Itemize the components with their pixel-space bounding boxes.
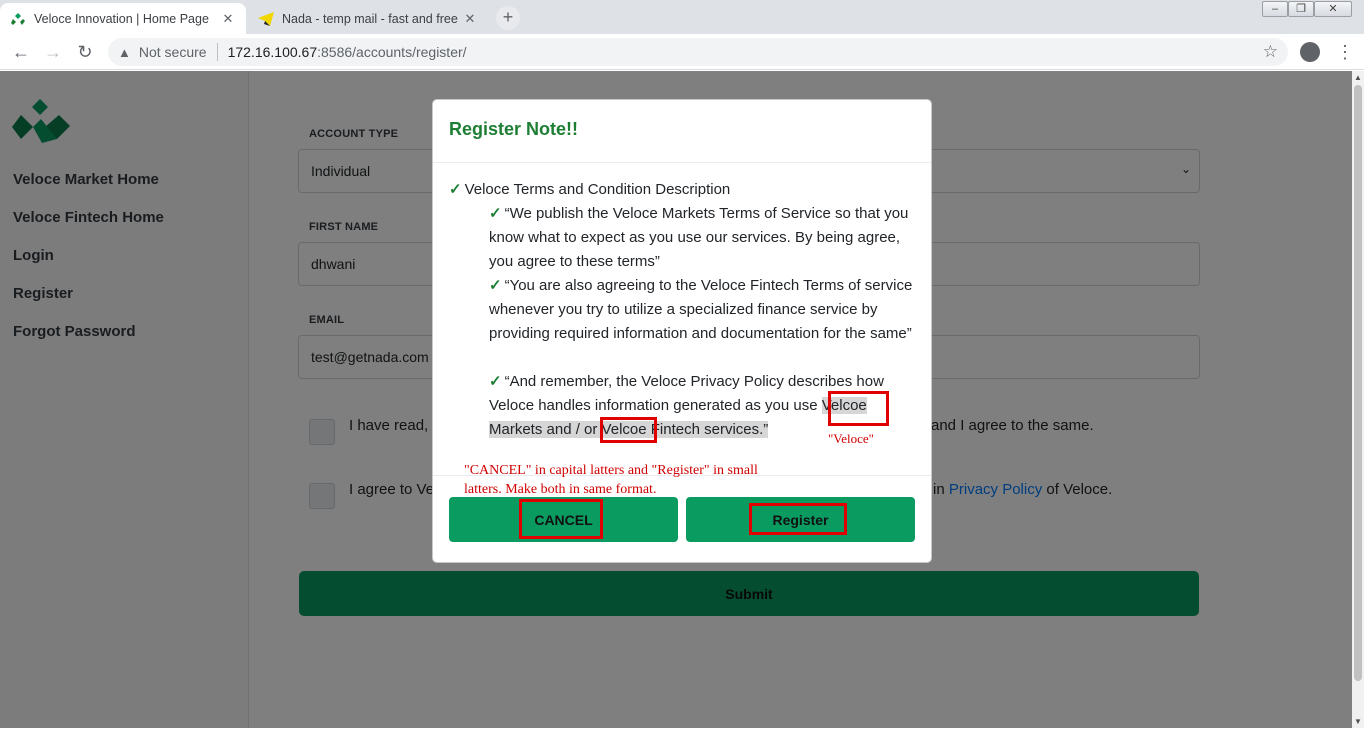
- address-bar[interactable]: ▲ Not secure 172.16.100.67:8586/accounts…: [108, 38, 1288, 66]
- profile-avatar-icon[interactable]: [1300, 42, 1320, 62]
- modal-divider: [433, 162, 931, 163]
- annotation-box-velcoe-2: [600, 417, 657, 443]
- url-host: 172.16.100.67: [227, 44, 318, 60]
- browser-toolbar: ← → ↻ ▲ Not secure 172.16.100.67:8586/ac…: [0, 34, 1364, 70]
- close-window-button[interactable]: ✕: [1314, 1, 1352, 17]
- annotation-box-cancel: [519, 499, 603, 539]
- security-label: Not secure: [138, 44, 207, 60]
- more-menu-icon[interactable]: ⋮: [1336, 41, 1354, 63]
- vertical-scrollbar[interactable]: ▲ ▼: [1352, 71, 1364, 728]
- browser-tab-nada[interactable]: Nada - temp mail - fast and free ✕: [248, 3, 488, 34]
- warning-triangle-icon: ▲: [118, 44, 131, 60]
- scroll-down-icon[interactable]: ▼: [1354, 717, 1362, 726]
- terms-item-markets: ✓ “We publish the Veloce Markets Terms of…: [489, 202, 915, 274]
- scrollbar-thumb[interactable]: [1354, 85, 1362, 681]
- reload-icon[interactable]: ↻: [74, 41, 96, 63]
- tab-title: Nada - temp mail - fast and free: [282, 11, 458, 26]
- annotation-box-register: [749, 503, 847, 535]
- nada-favicon-icon: [258, 11, 274, 27]
- bookmark-star-icon[interactable]: ☆: [1263, 42, 1278, 62]
- forward-arrow-icon[interactable]: →: [42, 41, 64, 63]
- checkmark-icon: ✓: [489, 277, 502, 294]
- scroll-up-icon[interactable]: ▲: [1354, 73, 1362, 82]
- url-path: :8586/accounts/register/: [317, 44, 467, 60]
- veloce-favicon-icon: [10, 11, 26, 27]
- back-arrow-icon[interactable]: ←: [10, 41, 32, 63]
- terms-heading: ✓ Veloce Terms and Condition Description: [449, 180, 730, 198]
- annotation-box-velcoe-1: [828, 391, 889, 426]
- checkmark-icon: ✓: [449, 181, 462, 198]
- annotation-veloce-text: "Veloce": [828, 431, 874, 446]
- browser-tab-bar: Veloce Innovation | Home Page ✕ Nada - t…: [0, 0, 1364, 34]
- terms-heading-text: Veloce Terms and Condition Description: [464, 181, 731, 198]
- terms-item-fintech: ✓ “You are also agreeing to the Veloce Fi…: [489, 274, 915, 346]
- address-separator: [216, 43, 218, 61]
- browser-tab-veloce[interactable]: Veloce Innovation | Home Page ✕: [0, 3, 246, 34]
- checkmark-icon: ✓: [489, 205, 502, 222]
- restore-window-button[interactable]: ❐: [1288, 1, 1314, 17]
- new-tab-button[interactable]: +: [496, 6, 520, 30]
- checkmark-icon: ✓: [489, 373, 502, 390]
- tab-title: Veloce Innovation | Home Page: [34, 11, 209, 26]
- minimize-window-button[interactable]: –: [1262, 1, 1288, 17]
- tab-close-icon[interactable]: ✕: [462, 11, 478, 27]
- modal-title: Register Note!!: [449, 119, 579, 139]
- annotation-note-text: "CANCEL" in capital latters and "Registe…: [464, 463, 758, 497]
- tab-close-icon[interactable]: ✕: [220, 11, 236, 27]
- terms-item-text: “We publish the Veloce Markets Terms of …: [489, 205, 909, 270]
- terms-item-text: “You are also agreeing to the Veloce Fin…: [489, 277, 913, 342]
